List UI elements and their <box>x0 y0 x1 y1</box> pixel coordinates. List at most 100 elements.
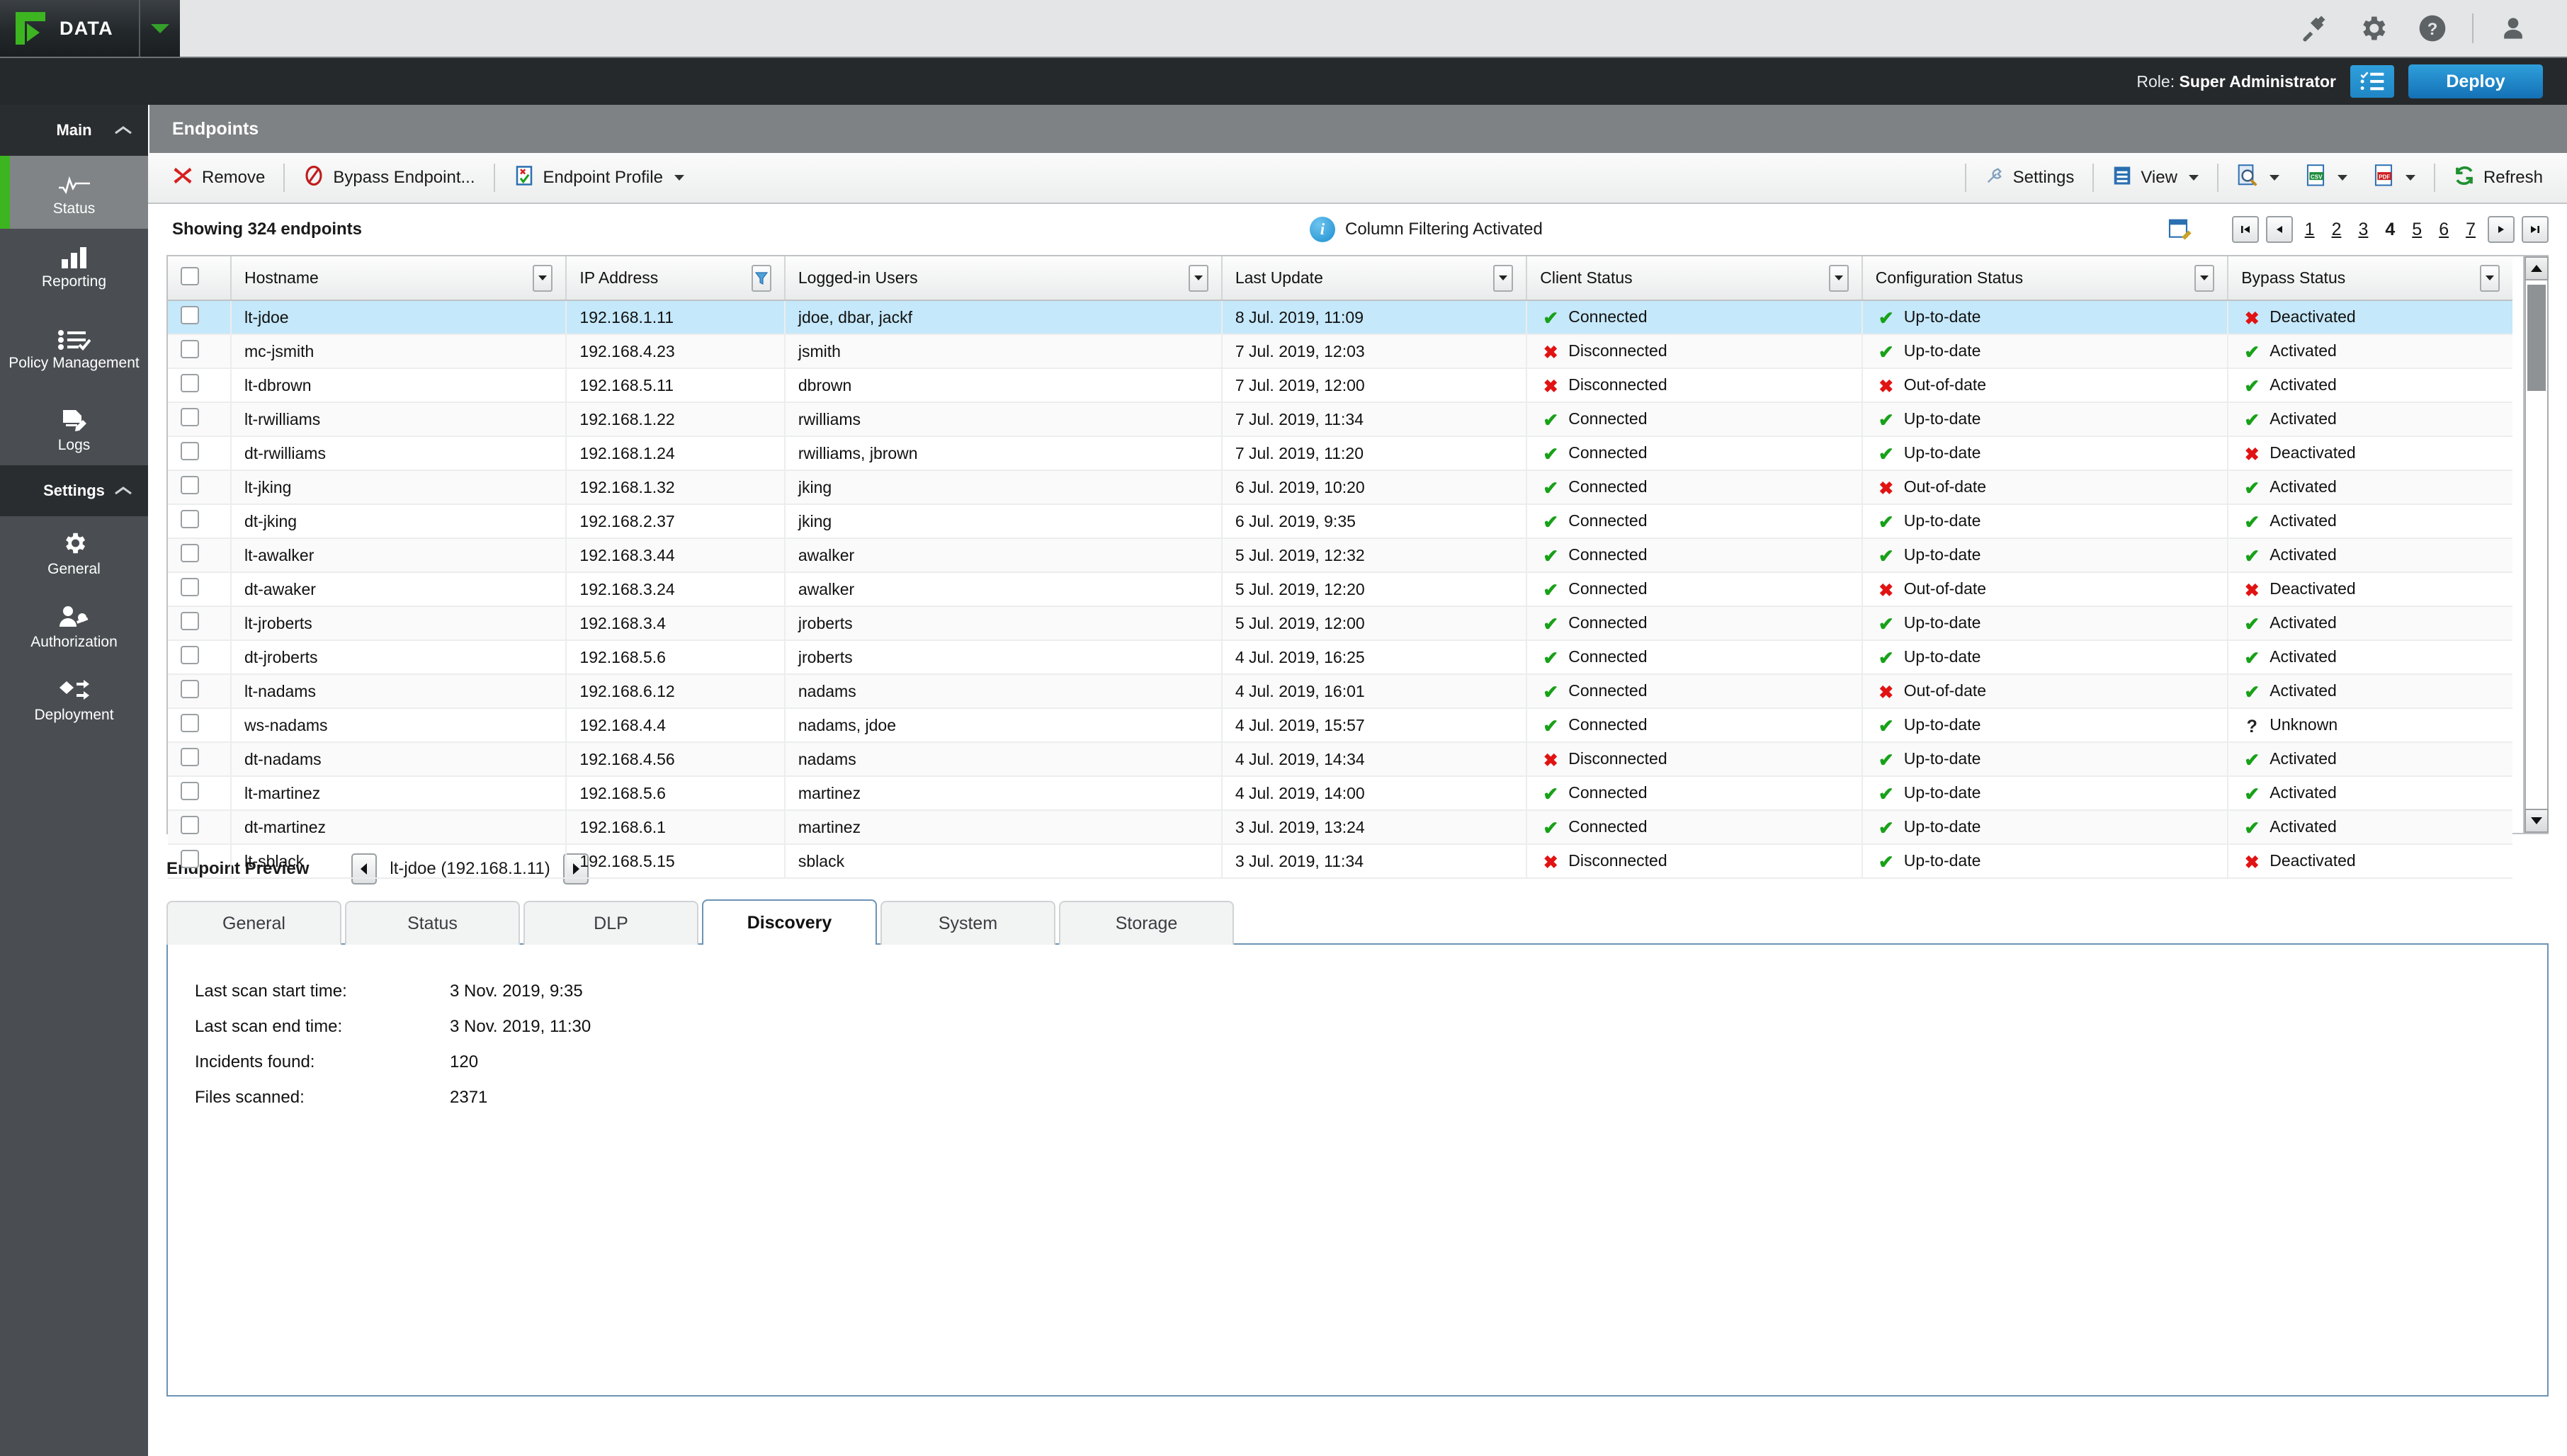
tab-system[interactable]: System <box>880 901 1055 945</box>
row-checkbox[interactable] <box>181 510 199 528</box>
row-checkbox-cell[interactable] <box>168 436 232 471</box>
table-row[interactable]: lt-awalker 192.168.3.44 awalker 5 Jul. 2019… <box>168 538 2512 573</box>
column-header-bypass-status[interactable]: Bypass Status <box>2228 256 2512 301</box>
select-all-header[interactable] <box>168 256 232 301</box>
hostname-filter-dropdown-icon[interactable] <box>533 264 553 292</box>
row-checkbox[interactable] <box>181 408 199 426</box>
last-page-icon[interactable] <box>2522 216 2549 243</box>
row-checkbox[interactable] <box>181 850 199 868</box>
column-header-hostname[interactable]: Hostname <box>230 256 567 301</box>
search-export-button[interactable] <box>2224 157 2292 198</box>
tab-dlp[interactable]: DLP <box>523 901 698 945</box>
row-checkbox-cell[interactable] <box>168 572 232 607</box>
table-row[interactable]: ws-nadams 192.168.4.4 nadams, jdoe 4 Jul. 2… <box>168 708 2512 743</box>
column-header-last-update[interactable]: Last Update <box>1221 256 1528 301</box>
row-checkbox[interactable] <box>181 748 199 766</box>
row-checkbox[interactable] <box>181 544 199 562</box>
next-page-icon[interactable] <box>2488 216 2515 243</box>
page-link-3[interactable]: 3 <box>2353 220 2373 240</box>
user-icon[interactable] <box>2483 0 2543 57</box>
sidebar-item-status[interactable]: Status <box>0 156 148 229</box>
table-row[interactable]: dt-nadams 192.168.4.56 nadams 4 Jul. 2019, … <box>168 742 2512 777</box>
table-vertical-scrollbar[interactable] <box>2523 256 2549 833</box>
sidebar-item-authorization[interactable]: Authorization <box>0 589 148 662</box>
row-checkbox-cell[interactable] <box>168 708 232 743</box>
row-checkbox[interactable] <box>181 646 199 664</box>
first-page-icon[interactable] <box>2231 216 2259 243</box>
row-checkbox-cell[interactable] <box>168 810 232 845</box>
brand-dropdown-chevron-down-icon[interactable] <box>139 0 180 57</box>
export-csv-button[interactable]: CSV <box>2292 157 2360 198</box>
row-checkbox-cell[interactable] <box>168 606 232 641</box>
row-checkbox-cell[interactable] <box>168 504 232 539</box>
page-link-5[interactable]: 5 <box>2407 220 2427 240</box>
column-header-client-status[interactable]: Client Status <box>1526 256 1863 301</box>
client-status-filter-dropdown-icon[interactable] <box>1828 264 1849 292</box>
brand-block[interactable]: DATA <box>0 0 139 57</box>
page-link-6[interactable]: 6 <box>2434 220 2454 240</box>
select-all-checkbox[interactable] <box>181 266 199 285</box>
table-row[interactable]: lt-jdoe 192.168.1.11 jdoe, dbar, jackf 8 Ju… <box>168 300 2512 335</box>
remove-button[interactable]: Remove <box>159 157 278 198</box>
grid-settings-button[interactable]: Settings <box>1972 157 2087 198</box>
row-checkbox[interactable] <box>181 340 199 358</box>
row-checkbox-cell[interactable] <box>168 538 232 573</box>
row-checkbox-cell[interactable] <box>168 742 232 777</box>
sidebar-item-logs[interactable]: Logs <box>0 392 148 465</box>
plugin-icon[interactable] <box>2284 0 2343 57</box>
configuration-status-filter-dropdown-icon[interactable] <box>2194 264 2215 292</box>
tab-discovery[interactable]: Discovery <box>702 899 877 945</box>
table-row[interactable]: lt-nadams 192.168.6.12 nadams 4 Jul. 2019, … <box>168 674 2512 709</box>
row-checkbox[interactable] <box>181 442 199 460</box>
table-row[interactable]: lt-dbrown 192.168.5.11 dbrown 7 Jul. 2019, … <box>168 368 2512 403</box>
row-checkbox[interactable] <box>181 680 199 698</box>
table-row[interactable]: dt-awaker 192.168.3.24 awalker 5 Jul. 2019,… <box>168 572 2512 607</box>
row-checkbox[interactable] <box>181 612 199 630</box>
table-row[interactable]: mc-jsmith 192.168.4.23 jsmith 7 Jul. 2019, … <box>168 334 2512 369</box>
row-checkbox[interactable] <box>181 714 199 732</box>
export-pdf-button[interactable]: PDF <box>2360 157 2428 198</box>
column-header-ip-address[interactable]: IP Address <box>566 256 786 301</box>
gear-icon[interactable] <box>2343 0 2403 57</box>
prev-page-icon[interactable] <box>2265 216 2293 243</box>
page-link-4-current[interactable]: 4 <box>2380 220 2400 240</box>
row-checkbox[interactable] <box>181 782 199 800</box>
page-link-7[interactable]: 7 <box>2461 220 2481 240</box>
table-row[interactable]: dt-martinez 192.168.6.1 martinez 3 Jul. 201… <box>168 810 2512 845</box>
scrollbar-track[interactable] <box>2524 280 2549 809</box>
row-checkbox[interactable] <box>181 306 199 324</box>
tab-storage[interactable]: Storage <box>1059 901 1234 945</box>
last-update-filter-dropdown-icon[interactable] <box>1493 264 1514 292</box>
row-checkbox-cell[interactable] <box>168 334 232 369</box>
page-link-1[interactable]: 1 <box>2300 220 2320 240</box>
help-icon[interactable]: ? <box>2403 0 2462 57</box>
table-row[interactable]: lt-rwilliams 192.168.1.22 rwilliams 7 Jul. … <box>168 402 2512 437</box>
table-row[interactable]: lt-sblack 192.168.5.15 sblack 3 Jul. 2019, … <box>168 844 2512 879</box>
sidebar-group-settings[interactable]: Settings <box>0 465 148 516</box>
ip-address-funnel-filter-icon[interactable] <box>751 264 771 292</box>
sidebar-item-deployment[interactable]: Deployment <box>0 662 148 735</box>
row-checkbox-cell[interactable] <box>168 640 232 675</box>
sidebar-item-reporting[interactable]: Reporting <box>0 229 148 302</box>
row-checkbox[interactable] <box>181 476 199 494</box>
row-checkbox-cell[interactable] <box>168 674 232 709</box>
tab-status[interactable]: Status <box>345 901 520 945</box>
checklist-icon-button[interactable] <box>2350 65 2394 98</box>
table-row[interactable]: lt-martinez 192.168.5.6 martinez 4 Jul. 201… <box>168 776 2512 811</box>
table-row[interactable]: dt-rwilliams 192.168.1.24 rwilliams, jbrow… <box>168 436 2512 471</box>
table-row[interactable]: lt-jking 192.168.1.32 jking 6 Jul. 2019, 10… <box>168 470 2512 505</box>
row-checkbox[interactable] <box>181 578 199 596</box>
sidebar-group-main[interactable]: Main <box>0 105 148 156</box>
row-checkbox-cell[interactable] <box>168 776 232 811</box>
view-button[interactable]: View <box>2100 157 2211 198</box>
bypass-status-filter-dropdown-icon[interactable] <box>2480 264 2500 292</box>
scroll-down-arrow-icon[interactable] <box>2524 809 2549 833</box>
scroll-up-arrow-icon[interactable] <box>2524 256 2549 280</box>
scrollbar-thumb[interactable] <box>2527 285 2546 391</box>
bypass-endpoint-button[interactable]: Bypass Endpoint... <box>290 157 487 198</box>
column-header-configuration-status[interactable]: Configuration Status <box>1862 256 2229 301</box>
row-checkbox[interactable] <box>181 816 199 834</box>
row-checkbox-cell[interactable] <box>168 844 232 879</box>
grid-config-icon[interactable] <box>2168 218 2194 241</box>
column-header-logged-in-users[interactable]: Logged-in Users <box>784 256 1223 301</box>
